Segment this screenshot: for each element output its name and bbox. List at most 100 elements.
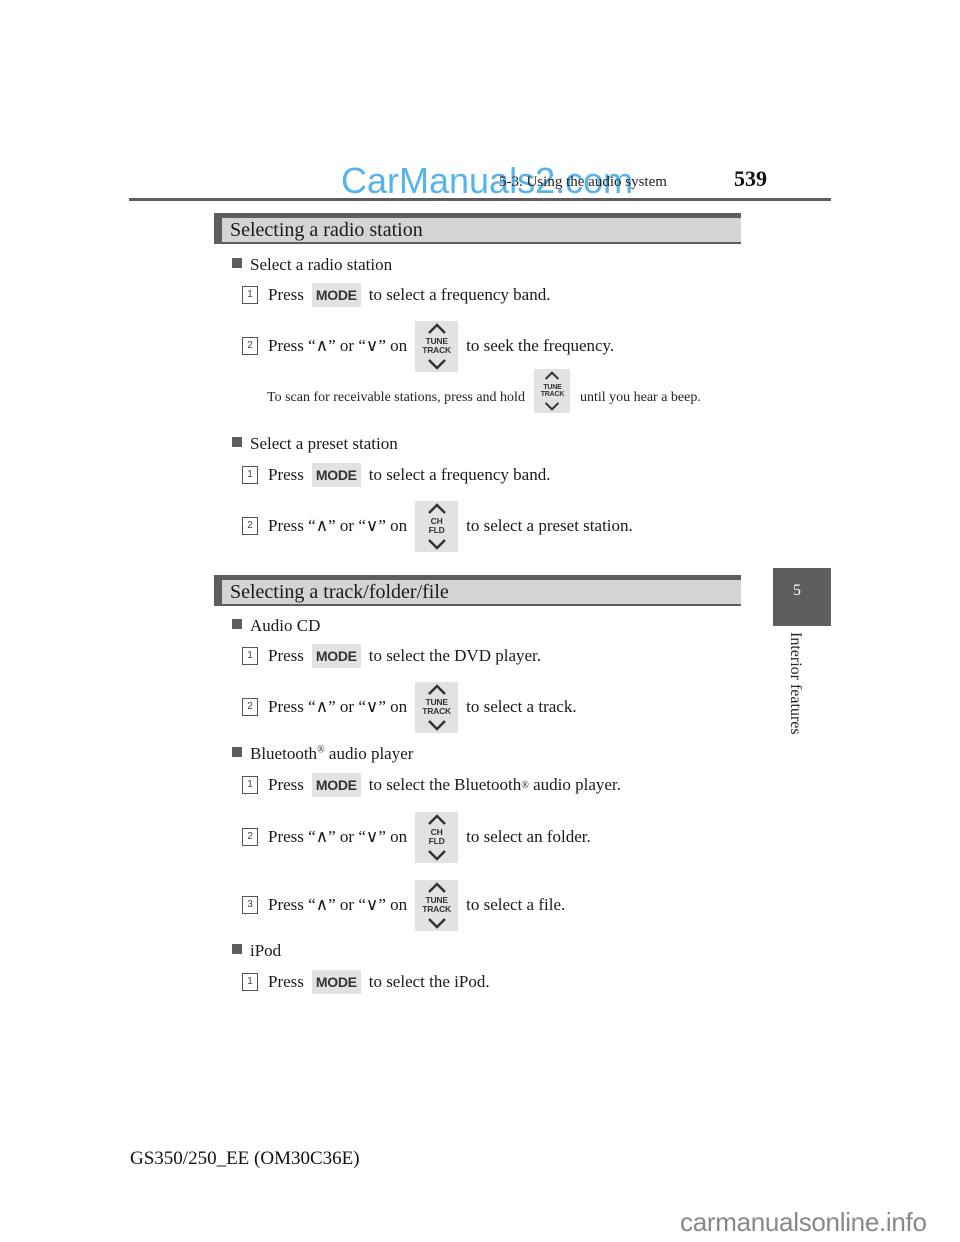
step-item: 1 Press MODE to select the Bluetooth ® au… xyxy=(242,773,621,797)
mode-button-icon: MODE xyxy=(311,773,361,797)
step-text-pre: Press xyxy=(268,285,304,304)
chevron-up-icon xyxy=(545,371,560,380)
group-heading-text: Audio CD xyxy=(250,616,321,635)
tune-track-button-icon: TUNE TRACK xyxy=(415,320,459,372)
mode-button-icon: MODE xyxy=(311,970,361,994)
page-number: 539 xyxy=(734,166,767,191)
chevron-up-icon xyxy=(427,322,446,334)
footer-model-code: GS350/250_EE (OM30C36E) xyxy=(130,1148,360,1169)
registered-mark: ® xyxy=(317,744,325,756)
step-text-pre: Press xyxy=(268,646,304,665)
step-text-tail: audio player. xyxy=(528,775,621,794)
button-label: CH FLD xyxy=(428,827,445,846)
chevron-down-icon xyxy=(427,538,446,550)
step-text-pre: Press “∧” or “∨” on xyxy=(268,516,408,535)
step-number: 1 xyxy=(242,647,258,665)
chevron-up-icon xyxy=(427,813,446,825)
group-heading: iPod xyxy=(232,941,281,961)
step-text-post: to select a track. xyxy=(466,697,577,716)
step-text-post: to seek the frequency. xyxy=(466,336,615,355)
step-text-post: to select the iPod. xyxy=(368,972,490,991)
group-heading-text: Bluetooth xyxy=(250,744,318,763)
step-text-pre: Press “∧” or “∨” on xyxy=(268,336,408,355)
note-text: To scan for receivable stations, press a… xyxy=(267,369,739,413)
ch-fld-button-icon: CH FLD xyxy=(415,811,459,863)
step-text-pre: Press xyxy=(268,465,304,484)
step-text-post: to select an folder. xyxy=(466,827,591,846)
group-heading-text: iPod xyxy=(250,941,282,960)
button-label: TUNE TRACK xyxy=(422,895,451,914)
chevron-down-icon xyxy=(427,849,446,861)
chapter-tab: 5 xyxy=(773,568,831,626)
group-heading-text: Select a preset station xyxy=(250,434,398,453)
chapter-number: 5 xyxy=(793,582,801,599)
running-header-section: 5-3. Using the audio system xyxy=(499,174,667,190)
header-rule xyxy=(129,198,831,201)
tune-track-button-icon: TUNE TRACK xyxy=(415,681,459,733)
step-text-pre: Press “∧” or “∨” on xyxy=(268,697,408,716)
registered-mark: ® xyxy=(521,779,529,791)
step-text-post: to select the DVD player. xyxy=(368,646,542,665)
square-bullet-icon xyxy=(232,944,242,954)
section-header-radio: Selecting a radio station xyxy=(214,213,741,244)
step-item: 2 Press “∧” or “∨” on TUNE TRACK to selec… xyxy=(242,681,577,733)
step-number: 2 xyxy=(242,517,258,535)
group-heading: Bluetooth® audio player xyxy=(232,744,413,764)
step-number: 1 xyxy=(242,466,258,484)
step-item: 2 Press “∧” or “∨” on CH FLD to select an… xyxy=(242,811,591,863)
square-bullet-icon xyxy=(232,437,242,447)
footer-watermark: carmanualsonline.info xyxy=(680,1207,927,1237)
step-item: 2 Press “∧” or “∨” on TUNE TRACK to seek … xyxy=(242,320,615,372)
step-item: 3 Press “∧” or “∨” on TUNE TRACK to selec… xyxy=(242,879,566,931)
chevron-up-icon xyxy=(427,881,446,893)
group-heading-text-tail: audio player xyxy=(324,744,414,763)
step-number: 2 xyxy=(242,698,258,716)
note-pre: To scan for receivable stations, press a… xyxy=(267,390,525,406)
chapter-label: Interior features xyxy=(787,632,804,735)
tune-track-button-icon: TUNE TRACK xyxy=(415,879,459,931)
step-item: 1 Press MODE to select a frequency band. xyxy=(242,283,550,307)
button-label: TUNE TRACK xyxy=(540,384,565,398)
step-text-post: to select a frequency band. xyxy=(368,465,551,484)
step-item: 1 Press MODE to select the iPod. xyxy=(242,970,490,994)
mode-button-icon: MODE xyxy=(311,463,361,487)
step-text-post: to select a frequency band. xyxy=(368,285,551,304)
step-item: 1 Press MODE to select a frequency band. xyxy=(242,463,550,487)
group-heading: Select a preset station xyxy=(232,434,398,454)
button-label: TUNE TRACK xyxy=(422,336,451,355)
step-text-post: to select a preset station. xyxy=(466,516,633,535)
square-bullet-icon xyxy=(232,619,242,629)
step-item: 2 Press “∧” or “∨” on CH FLD to select a … xyxy=(242,500,633,552)
step-number: 2 xyxy=(242,828,258,846)
step-text-post: to select a file. xyxy=(466,895,566,914)
tune-track-button-icon: TUNE TRACK xyxy=(534,369,571,413)
step-item: 1 Press MODE to select the DVD player. xyxy=(242,644,541,668)
chevron-down-icon xyxy=(545,402,560,411)
chevron-up-icon xyxy=(427,502,446,514)
chevron-down-icon xyxy=(427,719,446,731)
step-number: 3 xyxy=(242,896,258,914)
step-number: 1 xyxy=(242,286,258,304)
group-heading: Audio CD xyxy=(232,616,320,636)
section-title: Selecting a track/folder/file xyxy=(230,581,449,603)
chevron-up-icon xyxy=(427,683,446,695)
chevron-down-icon xyxy=(427,358,446,370)
step-number: 1 xyxy=(242,776,258,794)
mode-button-icon: MODE xyxy=(311,644,361,668)
square-bullet-icon xyxy=(232,747,242,757)
step-text-pre: Press “∧” or “∨” on xyxy=(268,827,408,846)
step-number: 2 xyxy=(242,337,258,355)
button-label: TUNE TRACK xyxy=(422,697,451,716)
step-text-pre: Press xyxy=(268,972,304,991)
step-text-pre: Press xyxy=(268,775,304,794)
step-number: 1 xyxy=(242,973,258,991)
group-heading-text: Select a radio station xyxy=(250,255,393,274)
section-title: Selecting a radio station xyxy=(230,219,423,241)
chevron-down-icon xyxy=(427,917,446,929)
group-heading: Select a radio station xyxy=(232,255,392,275)
step-text-post: to select the Bluetooth xyxy=(368,775,522,794)
mode-button-icon: MODE xyxy=(311,283,361,307)
square-bullet-icon xyxy=(232,258,242,268)
section-header-track: Selecting a track/folder/file xyxy=(214,575,741,606)
ch-fld-button-icon: CH FLD xyxy=(415,500,459,552)
